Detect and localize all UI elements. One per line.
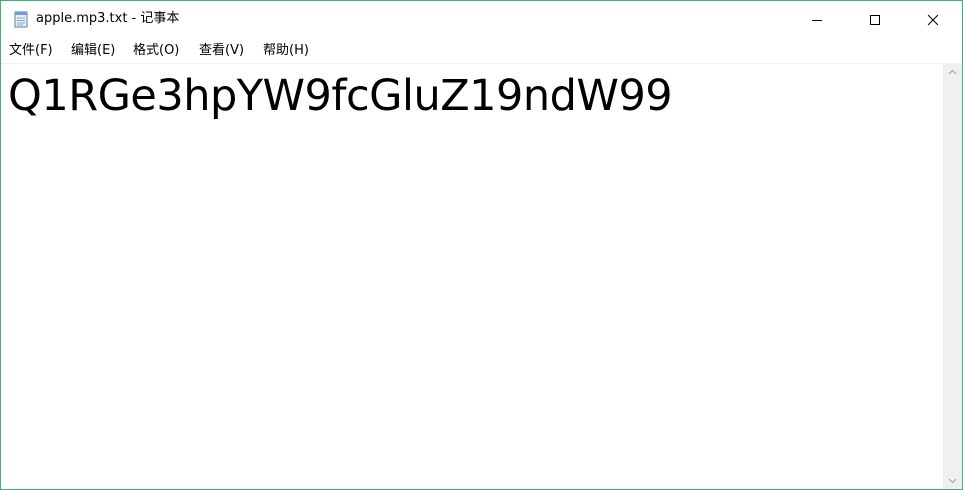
scroll-down-arrow-icon: [948, 478, 957, 483]
close-icon: [927, 14, 939, 26]
menu-help[interactable]: 帮助(H): [261, 41, 311, 60]
maximize-icon: [870, 15, 880, 25]
scroll-up-arrow-icon: [948, 69, 957, 74]
menu-view[interactable]: 查看(V): [197, 41, 246, 60]
menu-file[interactable]: 文件(F): [7, 41, 55, 60]
vertical-scrollbar[interactable]: [943, 63, 962, 489]
maximize-button[interactable]: [846, 1, 904, 39]
editor-content[interactable]: Q1RGe3hpYW9fcGluZ19ndW99: [8, 68, 673, 124]
scroll-up-button[interactable]: [943, 63, 962, 80]
menu-format[interactable]: 格式(O): [131, 41, 181, 60]
minimize-icon: [812, 20, 822, 21]
text-editor[interactable]: Q1RGe3hpYW9fcGluZ19ndW99: [1, 63, 943, 489]
menu-edit[interactable]: 编辑(E): [69, 41, 117, 60]
title-bar[interactable]: apple.mp3.txt - 记事本: [1, 1, 962, 39]
minimize-button[interactable]: [788, 1, 846, 39]
notepad-window: apple.mp3.txt - 记事本 文件(F) 编辑(E) 格式(O) 查看…: [0, 0, 963, 490]
scroll-down-button[interactable]: [943, 472, 962, 489]
notepad-icon[interactable]: [12, 10, 30, 28]
window-title: apple.mp3.txt - 记事本: [36, 11, 180, 26]
menu-bar: 文件(F) 编辑(E) 格式(O) 查看(V) 帮助(H): [1, 39, 962, 62]
close-button[interactable]: [904, 1, 962, 39]
